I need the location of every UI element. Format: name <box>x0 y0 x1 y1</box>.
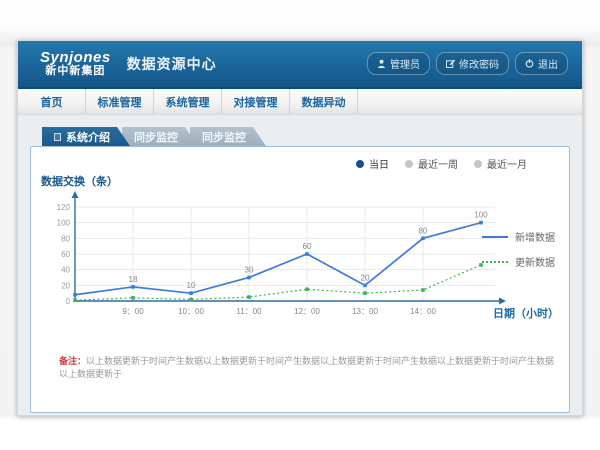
svg-text:0: 0 <box>66 297 71 306</box>
chart-legend: 新增数据 更新数据 <box>482 229 555 269</box>
svg-text:20: 20 <box>361 273 370 282</box>
nav-item-home[interactable]: 首页 <box>18 89 86 114</box>
tab-sync-monitor-1[interactable]: 同步监控 <box>122 127 198 146</box>
legend-item-new-data: 新增数据 <box>482 229 555 244</box>
legend-line-solid-icon <box>482 236 508 238</box>
radio-dot <box>405 160 413 168</box>
footnote: 备注：以上数据更新于时间产生数据以上数据更新于时间产生数据以上数据更新于时间产生… <box>59 355 555 380</box>
x-axis-title: 日期（小时） <box>493 305 559 321</box>
time-range-filters: 当日 最近一周 最近一月 <box>356 156 527 171</box>
svg-text:12：00: 12：00 <box>294 307 320 316</box>
legend-line-dotted-icon <box>482 261 508 263</box>
logo-secondary: 新中新集团 <box>40 66 111 78</box>
footnote-text: 以上数据更新于时间产生数据以上数据更新于时间产生数据以上数据更新于时间产生数据以… <box>59 356 554 379</box>
radio-dot <box>474 160 482 168</box>
radio-label: 最近一月 <box>487 156 527 171</box>
main-nav: 首页 标准管理 系统管理 对接管理 数据异动 <box>18 89 582 115</box>
app-header: Synjones 新中新集团 数据资源中心 管理员 修改密码 退出 <box>18 41 582 89</box>
svg-text:14：00: 14：00 <box>410 307 436 316</box>
svg-text:80: 80 <box>61 234 70 243</box>
radio-label: 当日 <box>369 156 389 171</box>
radio-dot <box>356 160 364 168</box>
svg-text:10：00: 10：00 <box>178 307 204 316</box>
svg-text:100: 100 <box>57 219 71 228</box>
svg-text:100: 100 <box>474 211 488 220</box>
nav-item-standard-mgmt[interactable]: 标准管理 <box>86 89 154 114</box>
content-area: 系统介绍 同步监控 同步监控 当日 最近一周 <box>18 115 582 414</box>
header-actions: 管理员 修改密码 退出 <box>367 52 568 75</box>
svg-text:10: 10 <box>187 281 196 290</box>
svg-text:80: 80 <box>419 226 428 235</box>
document-icon <box>54 133 61 141</box>
app-title: 数据资源中心 <box>127 54 217 74</box>
logo-primary: Synjones <box>40 50 111 66</box>
svg-text:60: 60 <box>61 250 70 259</box>
page: Synjones 新中新集团 数据资源中心 管理员 修改密码 退出 <box>0 0 600 450</box>
radio-last-week[interactable]: 最近一周 <box>405 156 458 171</box>
footnote-label: 备注： <box>59 356 86 366</box>
edit-icon <box>446 59 455 68</box>
change-password-label: 修改密码 <box>459 56 499 71</box>
user-button-label: 管理员 <box>390 56 420 71</box>
svg-text:18: 18 <box>129 275 138 284</box>
svg-text:40: 40 <box>61 266 70 275</box>
window-footer <box>18 414 582 417</box>
legend-label: 更新数据 <box>515 254 555 269</box>
tab-sync-monitor-2[interactable]: 同步监控 <box>190 127 266 146</box>
tab-label: 系统介绍 <box>66 129 110 145</box>
legend-item-updated-data: 更新数据 <box>482 254 555 269</box>
app-window: Synjones 新中新集团 数据资源中心 管理员 修改密码 退出 <box>17 40 583 416</box>
nav-item-interface-mgmt[interactable]: 对接管理 <box>222 89 290 114</box>
svg-text:60: 60 <box>303 242 312 251</box>
logo: Synjones 新中新集团 <box>40 50 111 77</box>
nav-item-system-mgmt[interactable]: 系统管理 <box>154 89 222 114</box>
tab-bar: 系统介绍 同步监控 同步监控 <box>42 127 570 146</box>
svg-text:20: 20 <box>61 281 70 290</box>
legend-label: 新增数据 <box>515 229 555 244</box>
chart-container: 0 20 40 60 80 100 120 9：00 10：00 11：00 12：00 13：00 1… <box>55 189 515 329</box>
logout-button[interactable]: 退出 <box>515 52 568 75</box>
svg-text:120: 120 <box>57 203 71 212</box>
change-password-button[interactable]: 修改密码 <box>436 52 509 75</box>
user-icon <box>377 59 386 68</box>
line-chart: 0 20 40 60 80 100 120 9：00 10：00 11：00 12：00 13：00 1… <box>55 189 515 324</box>
nav-item-data-change[interactable]: 数据异动 <box>290 89 358 114</box>
tab-system-intro[interactable]: 系统介绍 <box>42 127 130 146</box>
svg-text:30: 30 <box>245 266 254 275</box>
user-button[interactable]: 管理员 <box>367 52 430 75</box>
radio-label: 最近一周 <box>418 156 458 171</box>
svg-text:9：00: 9：00 <box>122 307 144 316</box>
radio-today[interactable]: 当日 <box>356 156 389 171</box>
power-icon <box>525 59 534 68</box>
tab-label: 同步监控 <box>202 129 246 145</box>
svg-text:13：00: 13：00 <box>352 307 378 316</box>
chart-panel: 当日 最近一周 最近一月 数据交换（条） 0 20 40 60 80 100 120 9：00… <box>30 146 570 413</box>
svg-text:11：00: 11：00 <box>236 307 262 316</box>
logout-label: 退出 <box>538 56 558 71</box>
tab-label: 同步监控 <box>134 129 178 145</box>
radio-last-month[interactable]: 最近一月 <box>474 156 527 171</box>
y-axis-title: 数据交换（条） <box>41 173 118 189</box>
